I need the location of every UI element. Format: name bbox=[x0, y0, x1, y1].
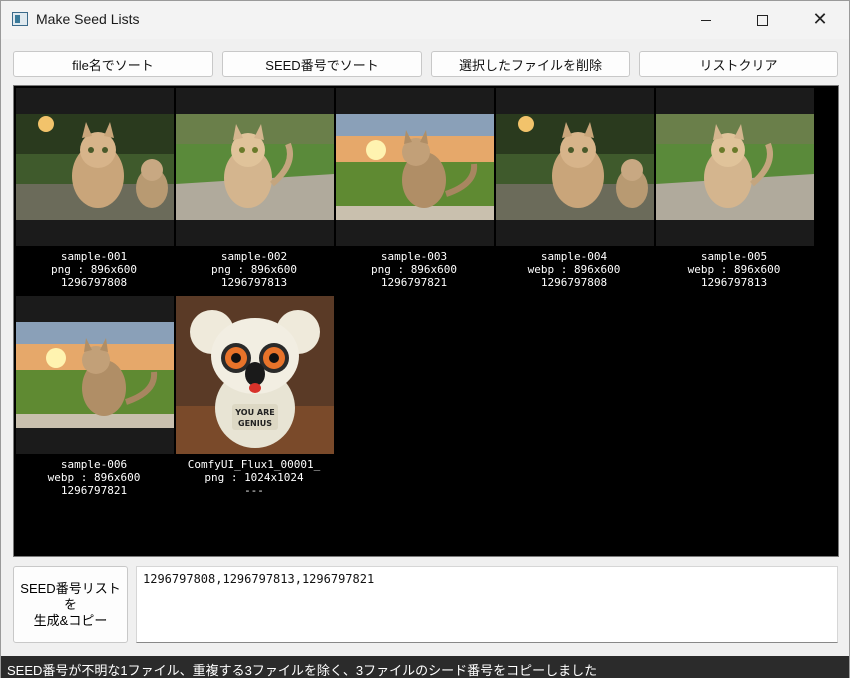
thumbnail-seed: 1296797808 bbox=[540, 276, 608, 289]
main-window: Make Seed Lists ✕ file名でソート SEED番号でソート 選… bbox=[0, 0, 850, 678]
thumbnail-seed: 1296797813 bbox=[700, 276, 768, 289]
thumbnail-format: webp : 896x600 bbox=[527, 263, 621, 276]
clear-list-button[interactable]: リストクリア bbox=[639, 51, 838, 77]
thumbnail-frame[interactable] bbox=[496, 88, 654, 246]
thumbnail-seed: 1296797813 bbox=[220, 276, 288, 289]
thumbnail-frame[interactable] bbox=[656, 88, 814, 246]
thumbnail-format: png : 896x600 bbox=[210, 263, 298, 276]
koala-you-are-genius-image: YOU ARE GENIUS bbox=[176, 296, 334, 454]
generate-button-label: SEED番号リストを 生成&コピー bbox=[20, 580, 121, 628]
thumbnail-frame[interactable] bbox=[16, 88, 174, 246]
title-bar: Make Seed Lists ✕ bbox=[1, 1, 849, 39]
minimize-button[interactable] bbox=[683, 1, 729, 39]
thumbnail-caption: sample-006 webp : 896x600 1296797821 bbox=[14, 458, 174, 497]
cat-sunset-image bbox=[16, 322, 174, 428]
thumbnail-item[interactable]: sample-005 webp : 896x600 1296797813 bbox=[654, 86, 814, 294]
thumbnail-filename: sample-003 bbox=[380, 250, 448, 263]
thumbnail-seed: --- bbox=[244, 484, 264, 497]
thumbnail-filename: sample-002 bbox=[220, 250, 288, 263]
svg-text:YOU ARE: YOU ARE bbox=[234, 408, 274, 417]
thumbnail-filename: sample-006 bbox=[60, 458, 128, 471]
thumbnail-item[interactable]: YOU ARE GENIUS ComfyUI_Flux1_00001_ png … bbox=[174, 294, 334, 502]
thumbnail-caption: ComfyUI_Flux1_00001_ png : 1024x1024 --- bbox=[174, 458, 334, 497]
thumbnail-filename: sample-004 bbox=[540, 250, 608, 263]
thumbnail-filename: ComfyUI_Flux1_00001_ bbox=[187, 458, 321, 471]
thumbnail-format: png : 896x600 bbox=[50, 263, 138, 276]
window-title: Make Seed Lists bbox=[36, 11, 140, 27]
thumbnail-item[interactable]: sample-001 png : 896x600 1296797808 bbox=[14, 86, 174, 294]
minimize-icon bbox=[701, 19, 711, 21]
thumbnail-caption: sample-002 png : 896x600 1296797813 bbox=[174, 250, 334, 289]
thumbnail-format: webp : 896x600 bbox=[687, 263, 781, 276]
thumbnail-format: webp : 896x600 bbox=[47, 471, 141, 484]
cat-on-path-image bbox=[176, 114, 334, 220]
thumbnail-format: png : 896x600 bbox=[370, 263, 458, 276]
cat-sunset-image bbox=[336, 114, 494, 220]
thumbnail-format: png : 1024x1024 bbox=[204, 471, 304, 484]
maximize-icon bbox=[756, 14, 768, 26]
thumbnail-frame[interactable] bbox=[16, 296, 174, 454]
close-button[interactable]: ✕ bbox=[797, 1, 843, 39]
two-cats-lantern-image bbox=[496, 114, 654, 220]
sort-by-seed-button[interactable]: SEED番号でソート bbox=[222, 51, 422, 77]
thumbnail-caption: sample-005 webp : 896x600 1296797813 bbox=[654, 250, 814, 289]
thumbnail-caption: sample-001 png : 896x600 1296797808 bbox=[14, 250, 174, 289]
thumbnail-frame[interactable] bbox=[176, 88, 334, 246]
thumbnail-frame[interactable]: YOU ARE GENIUS bbox=[176, 296, 334, 454]
status-bar: SEED番号が不明な1ファイル、重複する3ファイルを除く、3ファイルのシード番号… bbox=[1, 656, 849, 678]
two-cats-lantern-image bbox=[16, 114, 174, 220]
app-window-icon bbox=[12, 12, 28, 26]
thumbnail-seed: 1296797821 bbox=[60, 484, 128, 497]
svg-text:GENIUS: GENIUS bbox=[238, 419, 272, 428]
thumbnail-grid[interactable]: sample-001 png : 896x600 1296797808 samp… bbox=[13, 85, 839, 557]
maximize-button[interactable] bbox=[739, 1, 785, 39]
thumbnail-filename: sample-005 bbox=[700, 250, 768, 263]
close-icon: ✕ bbox=[812, 9, 828, 30]
sort-by-filename-button[interactable]: file名でソート bbox=[13, 51, 213, 77]
seed-list-output[interactable]: 1296797808,1296797813,1296797821 bbox=[136, 566, 838, 643]
thumbnail-filename: sample-001 bbox=[60, 250, 128, 263]
thumbnail-item[interactable]: sample-002 png : 896x600 1296797813 bbox=[174, 86, 334, 294]
thumbnail-frame[interactable] bbox=[336, 88, 494, 246]
thumbnail-item[interactable]: sample-004 webp : 896x600 1296797808 bbox=[494, 86, 654, 294]
thumbnail-seed: 1296797821 bbox=[380, 276, 448, 289]
delete-selected-button[interactable]: 選択したファイルを削除 bbox=[431, 51, 630, 77]
thumbnail-item[interactable]: sample-003 png : 896x600 1296797821 bbox=[334, 86, 494, 294]
cat-on-path-image bbox=[656, 114, 814, 220]
thumbnail-item[interactable]: sample-006 webp : 896x600 1296797821 bbox=[14, 294, 174, 502]
thumbnail-caption: sample-003 png : 896x600 1296797821 bbox=[334, 250, 494, 289]
thumbnail-caption: sample-004 webp : 896x600 1296797808 bbox=[494, 250, 654, 289]
generate-copy-seed-list-button[interactable]: SEED番号リストを 生成&コピー bbox=[13, 566, 128, 643]
thumbnail-seed: 1296797808 bbox=[60, 276, 128, 289]
